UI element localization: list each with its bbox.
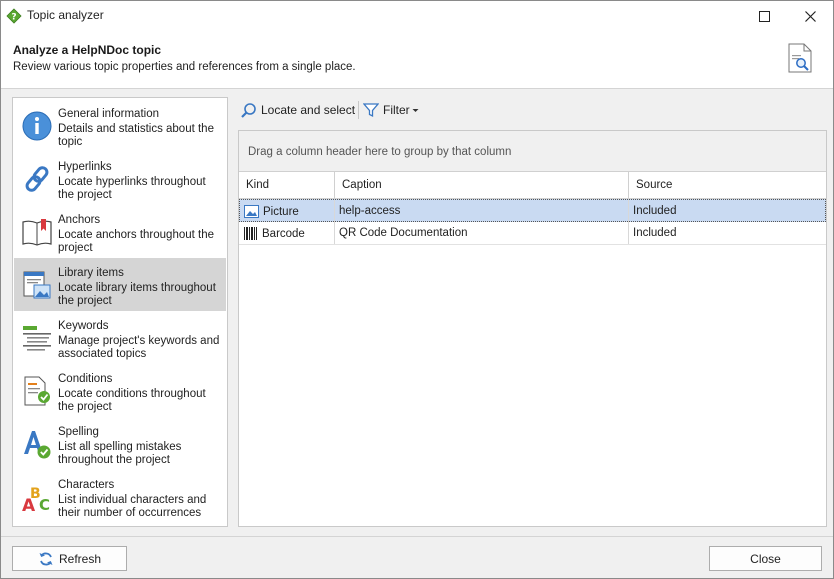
chain-link-icon: [25, 166, 49, 192]
refresh-button[interactable]: Refresh: [12, 546, 127, 571]
nav-item-desc: List all spelling mistakes throughout th…: [58, 441, 182, 466]
topic-analyze-icon: [788, 43, 812, 73]
nav-item-hyperlinks[interactable]: Hyperlinks Locate hyperlinks throughout …: [14, 152, 226, 205]
nav-item-conditions[interactable]: Conditions Locate conditions throughout …: [14, 364, 226, 417]
app-icon: ?: [6, 8, 22, 24]
nav-item-desc: Manage project's keywords and associated…: [58, 335, 220, 360]
analyzer-category-list: General information Details and statisti…: [12, 97, 228, 527]
barcode-icon: [244, 227, 257, 240]
locate-and-select-button[interactable]: Locate and select: [240, 99, 355, 121]
column-header-caption[interactable]: Caption: [335, 172, 629, 198]
nav-item-title: Conditions: [58, 373, 113, 385]
magnifier-icon: [241, 102, 256, 118]
cell-caption: help-access: [335, 200, 629, 222]
svg-text:C: C: [39, 496, 50, 513]
nav-item-general-information[interactable]: General information Details and statisti…: [14, 99, 226, 152]
locate-and-select-label: Locate and select: [261, 103, 356, 117]
filter-button[interactable]: Filter: [363, 99, 419, 121]
dialog-header: Analyze a HelpNDoc topic Review various …: [1, 31, 833, 89]
abc-characters-icon: A B C: [22, 486, 50, 513]
close-label: Close: [750, 551, 781, 566]
nav-item-keywords[interactable]: Keywords Manage project's keywords and a…: [14, 311, 226, 364]
grid-row[interactable]: Picture help-access Included: [239, 199, 826, 222]
cell-kind: Barcode: [239, 222, 335, 244]
info-icon: [22, 111, 52, 141]
header-subtitle: Review various topic properties and refe…: [13, 61, 356, 73]
kind-label: Picture: [263, 206, 299, 218]
cell-caption: QR Code Documentation: [335, 222, 629, 244]
kind-label: Barcode: [262, 228, 305, 240]
conditions-icon: [24, 376, 50, 406]
toolbar-separator: [358, 101, 359, 119]
cell-kind: Picture: [240, 200, 335, 222]
cell-source: Included: [633, 205, 677, 217]
nav-item-title: General information: [58, 108, 159, 120]
nav-item-characters[interactable]: A B C Characters List individual charact…: [14, 470, 226, 523]
library-items-grid: Drag a column header here to group by th…: [238, 130, 827, 527]
nav-item-title: Library items: [58, 267, 124, 279]
nav-item-spelling[interactable]: Spelling List all spelling mistakes thro…: [14, 417, 226, 470]
refresh-label: Refresh: [58, 551, 102, 566]
grid-toolbar: Locate and select Filter: [238, 98, 827, 122]
close-button[interactable]: Close: [709, 546, 822, 571]
svg-text:?: ?: [11, 13, 16, 23]
nav-item-title: Keywords: [58, 320, 109, 332]
nav-item-desc: Locate library items throughout the proj…: [58, 282, 216, 307]
cell-source: Included: [633, 227, 677, 239]
group-by-panel[interactable]: Drag a column header here to group by th…: [239, 131, 826, 172]
nav-item-desc: Locate hyperlinks throughout the project: [58, 176, 206, 201]
header-title: Analyze a HelpNDoc topic: [13, 43, 162, 57]
close-icon: [804, 10, 816, 22]
nav-item-desc: Locate conditions throughout the project: [58, 388, 206, 413]
column-header-source[interactable]: Source: [629, 172, 826, 198]
spelling-check-icon: [24, 431, 51, 459]
close-window-button[interactable]: [787, 1, 833, 31]
nav-item-desc: Locate anchors throughout the project: [58, 229, 215, 254]
grid-column-headers: Kind Caption Source: [239, 172, 826, 199]
nav-item-anchors[interactable]: Anchors Locate anchors throughout the pr…: [14, 205, 226, 258]
bookmark-book-icon: [22, 219, 52, 246]
grid-row[interactable]: Barcode QR Code Documentation Included: [239, 222, 826, 245]
maximize-icon: [758, 10, 770, 22]
nav-item-library-items[interactable]: Library items Locate library items throu…: [14, 258, 226, 311]
topic-analyzer-window: ? Topic analyzer Analyze a HelpNDoc topi…: [0, 0, 834, 579]
nav-item-title: Hyperlinks: [58, 161, 112, 173]
maximize-button[interactable]: [741, 1, 787, 31]
group-by-hint: Drag a column header here to group by th…: [248, 146, 512, 158]
dropdown-arrow-icon: [412, 108, 419, 112]
refresh-icon: [39, 552, 53, 565]
footer-divider: [1, 536, 833, 537]
nav-item-desc: List individual characters and their num…: [58, 494, 207, 519]
nav-item-title: Spelling: [58, 426, 99, 438]
column-header-kind[interactable]: Kind: [239, 172, 335, 198]
window-title: Topic analyzer: [27, 8, 104, 22]
picture-icon: [244, 205, 259, 218]
filter-label: Filter: [383, 103, 410, 117]
nav-item-desc: Details and statistics about the topic: [58, 123, 214, 148]
funnel-icon: [363, 103, 379, 118]
nav-item-title: Characters: [58, 479, 115, 491]
nav-item-title: Anchors: [58, 214, 101, 226]
title-bar: ? Topic analyzer: [1, 1, 833, 31]
library-items-icon: [23, 271, 51, 299]
keywords-icon: [23, 326, 51, 351]
